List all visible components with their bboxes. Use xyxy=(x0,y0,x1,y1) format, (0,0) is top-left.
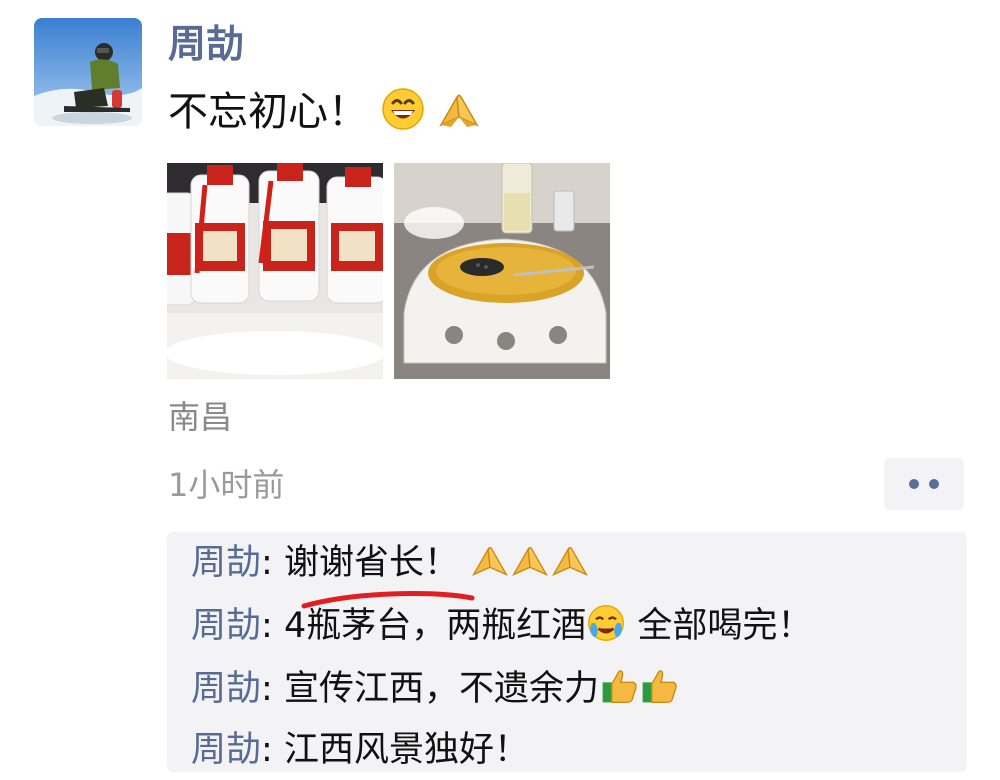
commenter-name[interactable]: 周劼 xyxy=(191,606,261,646)
comment-separator: : xyxy=(261,543,284,583)
post-time: 1小时前 xyxy=(168,466,285,504)
folded-hands-icon xyxy=(550,540,590,594)
comment-item[interactable]: 周劼: 宣传江西，不遗余力 xyxy=(191,664,679,720)
comment-text: 江西风景独好！ xyxy=(283,730,529,770)
avatar[interactable] xyxy=(34,18,142,126)
more-dot-icon xyxy=(909,479,919,489)
post-author-name[interactable]: 周劼 xyxy=(168,18,244,70)
folded-hands-icon xyxy=(437,87,481,146)
post-text: 不忘初心！ xyxy=(168,89,368,135)
comment-separator: : xyxy=(261,606,284,646)
comment-text-2: 全部喝完！ xyxy=(626,606,813,646)
comment-item[interactable]: 周劼: 江西风景独好！ xyxy=(191,725,529,775)
red-underline-mark xyxy=(301,591,475,609)
commenter-name[interactable]: 周劼 xyxy=(191,669,261,709)
comment-text: 宣传江西，不遗余力 xyxy=(283,669,599,709)
thumbs-up-icon xyxy=(639,666,679,720)
post-location[interactable]: 南昌 xyxy=(168,394,232,440)
post-text-line: 不忘初心！ xyxy=(168,84,481,146)
grinning-face-icon xyxy=(381,87,425,146)
more-actions-button[interactable] xyxy=(884,458,964,510)
folded-hands-icon xyxy=(470,540,510,594)
folded-hands-icon xyxy=(510,540,550,594)
crying-face-icon xyxy=(586,603,626,657)
more-dot-icon xyxy=(929,479,939,489)
caviar-soup-photo[interactable] xyxy=(394,163,610,379)
comment-text: 谢谢省长！ xyxy=(283,543,459,583)
comment-item[interactable]: 周劼: 4瓶茅台，两瓶红酒 全部喝完！ xyxy=(191,601,812,657)
thumbs-up-icon xyxy=(599,666,639,720)
comment-list: 周劼: 谢谢省长！ 周劼: 4瓶茅台，两瓶红酒 全部喝完！ 周劼: 宣传江西，不… xyxy=(167,532,967,772)
commenter-name[interactable]: 周劼 xyxy=(191,730,261,770)
commenter-name[interactable]: 周劼 xyxy=(191,543,261,583)
comment-separator: : xyxy=(261,669,284,709)
comment-separator: : xyxy=(261,730,284,770)
moutai-bottles-photo[interactable] xyxy=(167,163,383,379)
